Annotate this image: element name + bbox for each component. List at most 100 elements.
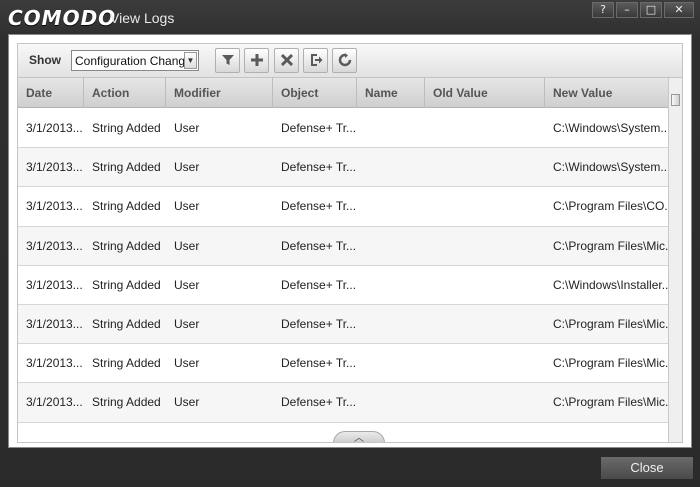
collapse-toggle[interactable]: ︿ bbox=[333, 431, 385, 443]
table-row[interactable]: 3/1/2013... String Added User Defense+ Tr..… bbox=[18, 148, 670, 188]
cell-name bbox=[357, 344, 425, 382]
cell-date: 3/1/2013... bbox=[26, 316, 83, 331]
cell-object: Defense+ Tr... bbox=[281, 199, 357, 214]
cell-new-value: C:\Program Files\Mic... bbox=[553, 316, 670, 331]
maximize-button[interactable]: □ bbox=[640, 2, 662, 18]
cell-object: Defense+ Tr... bbox=[281, 356, 357, 371]
title-bar: COMODO View Logs ? – □ ✕ bbox=[0, 0, 700, 34]
column-header-modifier[interactable]: Modifier bbox=[166, 78, 273, 108]
cell-name bbox=[357, 305, 425, 343]
cell-action: String Added bbox=[92, 356, 161, 371]
cell-date: 3/1/2013... bbox=[26, 395, 83, 410]
table-row[interactable]: 3/1/2013... String Added User Defense+ Tr..… bbox=[18, 187, 670, 227]
logs-toolbar: Show Configuration Changes ▼ bbox=[17, 43, 683, 77]
column-header-date[interactable]: Date bbox=[18, 78, 84, 108]
refresh-icon bbox=[338, 53, 351, 67]
cell-old-value bbox=[425, 344, 545, 382]
add-button[interactable] bbox=[244, 48, 269, 73]
cell-date: 3/1/2013... bbox=[26, 356, 83, 371]
cell-old-value bbox=[425, 266, 545, 304]
filter-icon bbox=[221, 55, 234, 65]
logs-panel: Show Configuration Changes ▼ bbox=[8, 34, 692, 448]
cell-object: Defense+ Tr... bbox=[281, 160, 357, 175]
cell-modifier: User bbox=[174, 238, 200, 253]
close-window-button[interactable]: ✕ bbox=[664, 2, 694, 18]
cell-name bbox=[357, 187, 425, 225]
cell-new-value: C:\Windows\System... bbox=[553, 160, 670, 175]
cell-name bbox=[357, 109, 425, 147]
table-body: 3/1/2013... String Added User Defense+ Tr..… bbox=[18, 109, 670, 423]
logs-table: Date Action Modifier Object Name Old Val… bbox=[17, 77, 683, 443]
view-logs-window: COMODO View Logs ? – □ ✕ Show Configurat… bbox=[0, 0, 700, 487]
cell-date: 3/1/2013... bbox=[26, 121, 83, 135]
add-icon bbox=[250, 54, 263, 66]
filter-button[interactable] bbox=[215, 48, 240, 73]
comodo-logo: COMODO bbox=[8, 6, 117, 30]
cell-new-value: C:\Program Files\Mic... bbox=[553, 238, 670, 253]
column-header-name[interactable]: Name bbox=[357, 78, 425, 108]
cell-object: Defense+ Tr... bbox=[281, 395, 357, 410]
show-label: Show bbox=[29, 53, 61, 67]
cell-new-value: C:\Windows\System... bbox=[553, 121, 670, 135]
cell-object: Defense+ Tr... bbox=[281, 121, 357, 135]
cell-name bbox=[357, 266, 425, 304]
cell-modifier: User bbox=[174, 199, 200, 214]
export-button[interactable] bbox=[303, 48, 328, 73]
cell-modifier: User bbox=[174, 121, 200, 135]
help-button[interactable]: ? bbox=[592, 2, 614, 18]
table-row[interactable]: 3/1/2013... String Added User Defense+ Tr..… bbox=[18, 109, 670, 149]
table-row[interactable]: 3/1/2013... String Added User Defense+ Tr..… bbox=[18, 226, 670, 266]
table-row[interactable]: 3/1/2013... String Added User Defense+ Tr..… bbox=[18, 304, 670, 345]
log-type-selected-value: Configuration Changes bbox=[75, 54, 185, 68]
window-controls: ? – □ ✕ bbox=[592, 2, 694, 18]
cell-object: Defense+ Tr... bbox=[281, 277, 357, 292]
cell-action: String Added bbox=[92, 160, 161, 175]
cell-action: String Added bbox=[92, 238, 161, 253]
cell-action: String Added bbox=[92, 316, 161, 331]
column-header-new-value[interactable]: New Value bbox=[545, 78, 670, 108]
cell-modifier: User bbox=[174, 160, 200, 175]
cell-modifier: User bbox=[174, 356, 200, 371]
cell-old-value bbox=[425, 305, 545, 343]
column-header-old-value[interactable]: Old Value bbox=[425, 78, 545, 108]
column-header-action[interactable]: Action bbox=[84, 78, 166, 108]
cell-new-value: C:\Windows\Installer... bbox=[553, 277, 670, 292]
minimize-button[interactable]: – bbox=[616, 2, 638, 18]
chevron-up-icon: ︿ bbox=[354, 433, 364, 443]
cell-date: 3/1/2013... bbox=[26, 238, 83, 253]
cell-action: String Added bbox=[92, 199, 161, 214]
cell-date: 3/1/2013... bbox=[26, 199, 83, 214]
cell-name bbox=[357, 227, 425, 265]
cell-old-value bbox=[425, 109, 545, 147]
scrollbar-thumb[interactable] bbox=[671, 94, 680, 106]
cell-name bbox=[357, 383, 425, 421]
cell-old-value bbox=[425, 227, 545, 265]
cell-old-value bbox=[425, 148, 545, 186]
cell-new-value: C:\Program Files\Mic... bbox=[553, 395, 670, 410]
log-type-select[interactable]: Configuration Changes ▼ bbox=[71, 50, 199, 71]
refresh-button[interactable] bbox=[332, 48, 357, 73]
cell-new-value: C:\Program Files\CO... bbox=[553, 199, 670, 214]
table-row[interactable]: 3/1/2013... String Added User Defense+ Tr..… bbox=[18, 265, 670, 305]
column-header-object[interactable]: Object bbox=[273, 78, 357, 108]
remove-button[interactable] bbox=[274, 48, 299, 73]
cell-old-value bbox=[425, 383, 545, 421]
cell-modifier: User bbox=[174, 395, 200, 410]
cell-modifier: User bbox=[174, 277, 200, 292]
cell-date: 3/1/2013... bbox=[26, 277, 83, 292]
cell-modifier: User bbox=[174, 316, 200, 331]
table-header: Date Action Modifier Object Name Old Val… bbox=[18, 78, 670, 108]
cell-object: Defense+ Tr... bbox=[281, 316, 357, 331]
cell-object: Defense+ Tr... bbox=[281, 238, 357, 253]
cell-name bbox=[357, 148, 425, 186]
table-row[interactable]: 3/1/2013... String Added User Defense+ Tr..… bbox=[18, 383, 670, 423]
cell-action: String Added bbox=[92, 121, 161, 135]
cell-old-value bbox=[425, 187, 545, 225]
table-row[interactable]: 3/1/2013... String Added User Defense+ Tr..… bbox=[18, 344, 670, 384]
vertical-scrollbar[interactable] bbox=[668, 78, 682, 442]
remove-icon bbox=[280, 53, 293, 67]
chevron-down-icon[interactable]: ▼ bbox=[184, 52, 197, 69]
export-icon bbox=[310, 54, 322, 66]
close-button[interactable]: Close bbox=[600, 456, 694, 480]
window-title: View Logs bbox=[110, 10, 175, 26]
